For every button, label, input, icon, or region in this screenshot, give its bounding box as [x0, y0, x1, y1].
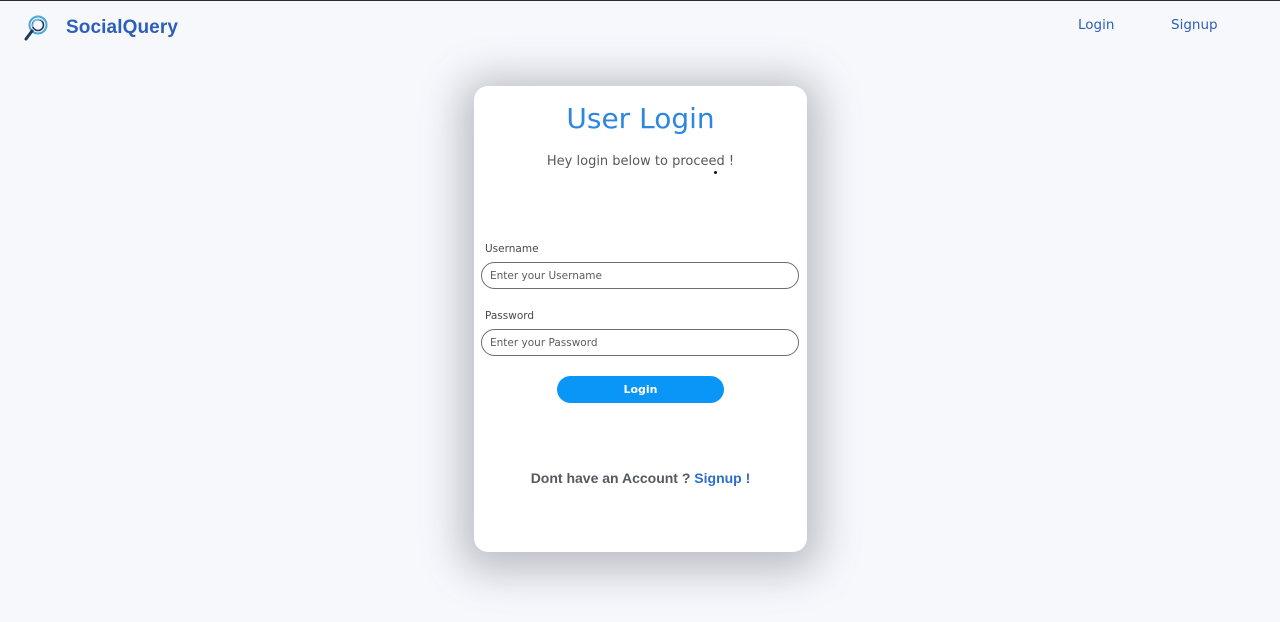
signup-link[interactable]: Signup !	[694, 470, 750, 486]
signup-prompt: Dont have an Account ? Signup !	[474, 470, 807, 486]
page-title: User Login	[566, 102, 715, 135]
password-label: Password	[485, 310, 535, 322]
nav-login-link[interactable]: Login	[1078, 17, 1114, 33]
signup-prompt-text: Dont have an Account ?	[530, 470, 691, 486]
navbar: SocialQuery Login Signup	[0, 1, 1280, 56]
brand-name: SocialQuery	[66, 17, 178, 38]
nav-signup-link[interactable]: Signup	[1171, 17, 1218, 33]
login-button[interactable]: Login	[557, 376, 724, 403]
login-card: User Login Hey login below to proceed ! …	[474, 86, 807, 552]
username-input[interactable]	[481, 262, 799, 289]
password-input[interactable]	[481, 329, 799, 356]
username-label: Username	[485, 243, 539, 255]
brand[interactable]: SocialQuery	[24, 14, 178, 42]
magnifier-logo-icon	[24, 15, 48, 41]
mouse-cursor	[714, 171, 717, 174]
login-subtitle: Hey login below to proceed !	[546, 154, 735, 169]
